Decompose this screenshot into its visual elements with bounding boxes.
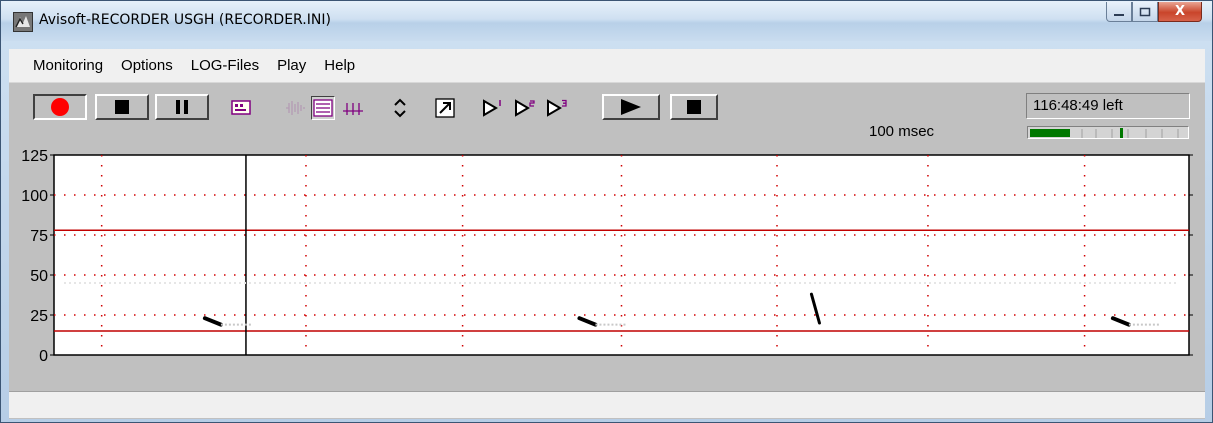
window-controls: X	[1106, 2, 1202, 24]
maximize-button[interactable]	[1132, 2, 1158, 22]
spectrogram-icon	[313, 99, 333, 117]
y-tick-label: 0	[39, 348, 48, 365]
play-1-button[interactable]	[481, 96, 505, 120]
play-1-icon	[483, 99, 501, 117]
main-window: Avisoft-RECORDER USGH (RECORDER.INI) X M…	[0, 0, 1213, 423]
monitor-icon	[231, 100, 251, 115]
app-icon[interactable]	[13, 12, 33, 32]
y-tick-label: 125	[21, 148, 48, 165]
record-button[interactable]	[33, 94, 87, 120]
window-title: Avisoft-RECORDER USGH (RECORDER.INI)	[39, 12, 331, 28]
trigger-level-button[interactable]	[341, 96, 365, 120]
spectrogram-panel[interactable]: 125 100 75 50 25 0	[9, 143, 1205, 367]
status-bar	[9, 391, 1205, 418]
menu-play[interactable]: Play	[269, 57, 314, 74]
play-button[interactable]	[602, 94, 660, 120]
arrow-out-icon	[435, 98, 455, 118]
y-tick-label: 25	[30, 308, 48, 325]
play-3-button[interactable]	[545, 96, 569, 120]
trigger-icon	[343, 103, 363, 115]
title-bar[interactable]: Avisoft-RECORDER USGH (RECORDER.INI) X	[1, 1, 1212, 41]
play-icon	[621, 99, 641, 115]
pause-icon	[176, 100, 188, 114]
scale-updown-button[interactable]	[393, 96, 407, 120]
display-mode-button[interactable]	[229, 96, 253, 120]
level-meter	[1027, 126, 1189, 139]
y-tick-label: 50	[30, 268, 48, 285]
y-tick-label: 75	[30, 228, 48, 245]
play-stop-button[interactable]	[670, 94, 718, 120]
y-tick-label: 100	[21, 188, 48, 205]
record-icon	[51, 98, 69, 116]
level-meter-ticks	[1081, 129, 1179, 138]
close-button[interactable]: X	[1158, 2, 1202, 22]
waveform-button[interactable]	[284, 96, 308, 120]
menu-bar: Monitoring Options LOG-Files Play Help	[9, 49, 1205, 83]
maximize-icon	[1139, 7, 1151, 16]
stop-icon	[115, 100, 129, 114]
minimize-icon	[1114, 13, 1124, 16]
client-area: Monitoring Options LOG-Files Play Help 1…	[9, 49, 1205, 419]
menu-log-files[interactable]: LOG-Files	[183, 57, 267, 74]
time-resolution-label: 100 msec	[869, 123, 935, 140]
menu-help[interactable]: Help	[316, 57, 363, 74]
toolbar: 116:48:49 left 100 msec	[9, 83, 1205, 143]
spectrogram-button[interactable]	[311, 96, 335, 120]
remaining-time-display: 116:48:49 left	[1026, 93, 1190, 119]
menu-monitoring[interactable]: Monitoring	[25, 57, 111, 74]
stop-icon	[687, 100, 701, 114]
open-external-button[interactable]	[433, 96, 457, 120]
play-2-button[interactable]	[513, 96, 537, 120]
waveform-icon	[286, 101, 305, 115]
updown-arrows-icon	[394, 98, 406, 118]
play-3-icon	[547, 99, 567, 117]
stop-button[interactable]	[95, 94, 149, 120]
minimize-button[interactable]	[1106, 2, 1132, 22]
spectrogram-plot[interactable]: 125 100 75 50 25 0	[9, 143, 1205, 367]
close-icon: X	[1174, 4, 1186, 19]
menu-options[interactable]: Options	[113, 57, 181, 74]
pause-button[interactable]	[155, 94, 209, 120]
play-2-icon	[515, 99, 535, 117]
